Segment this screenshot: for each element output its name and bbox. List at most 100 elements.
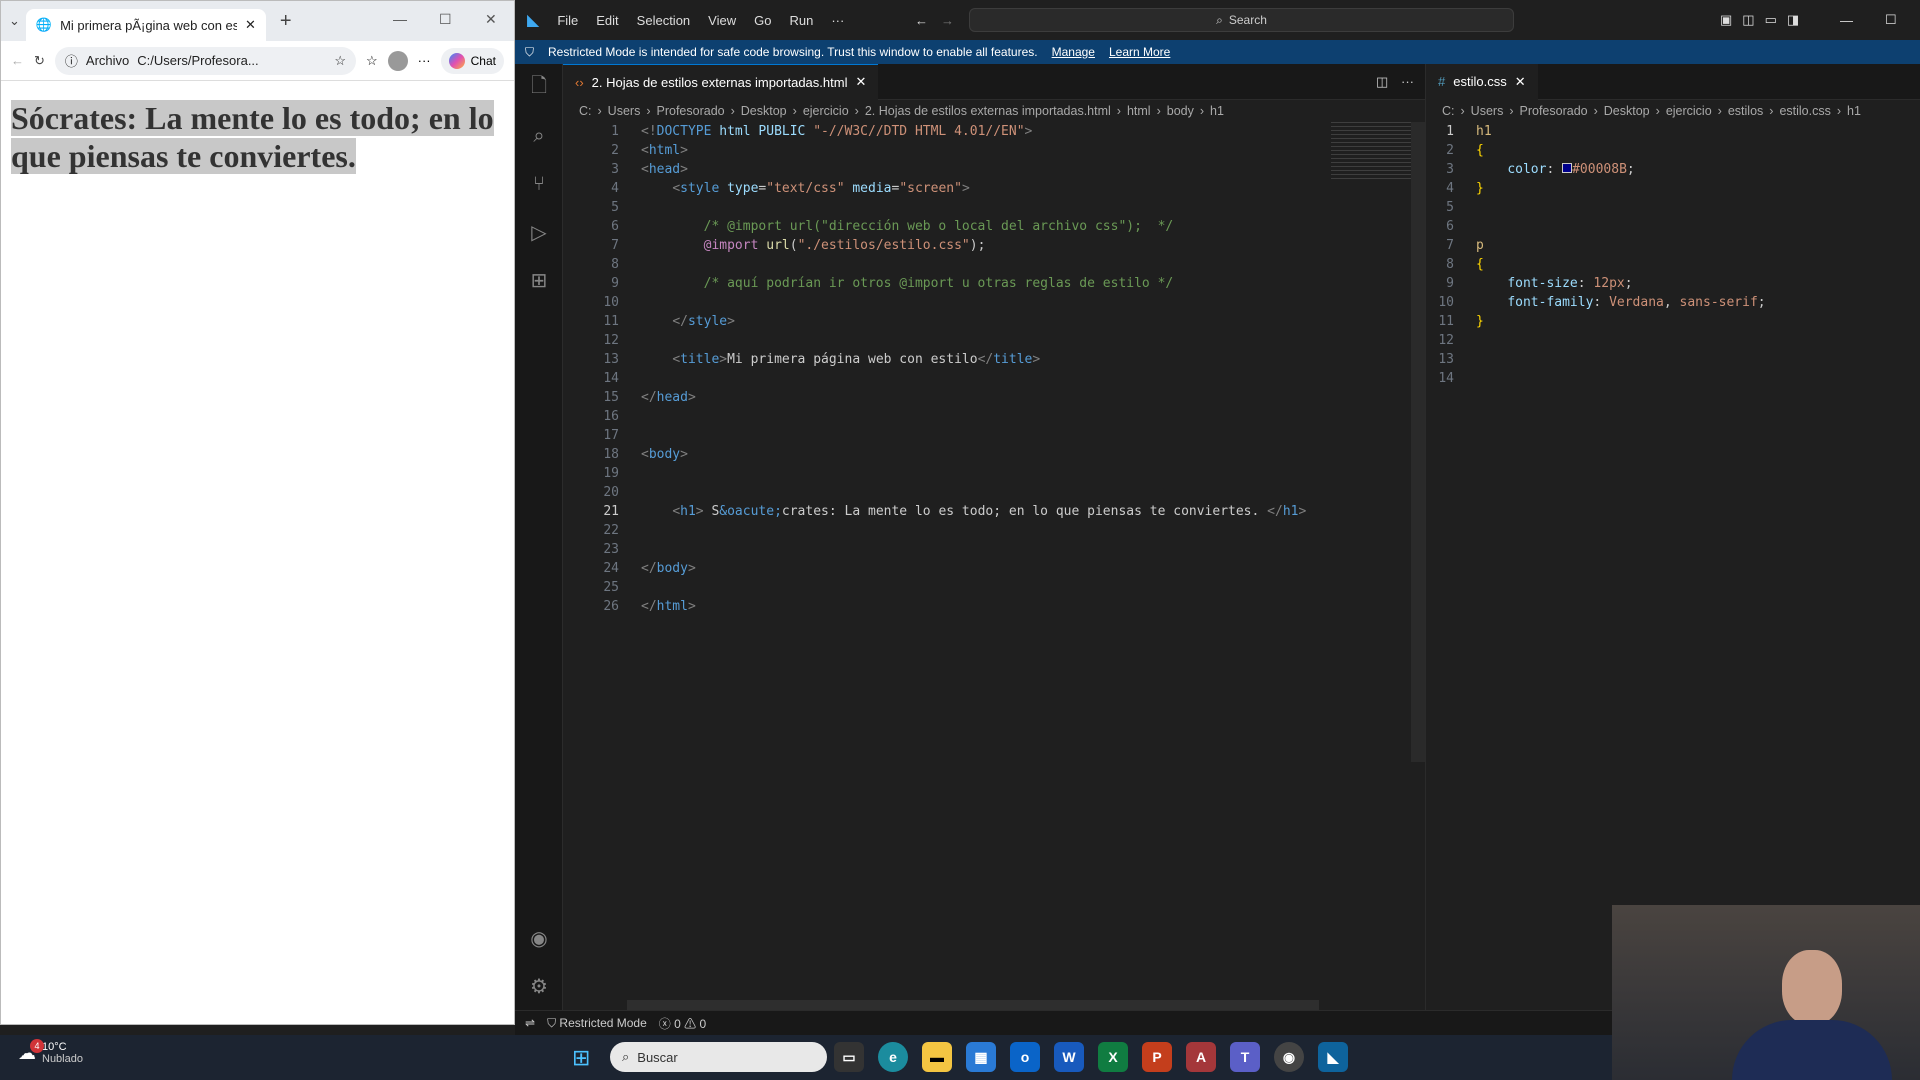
- reload-icon[interactable]: ↻: [34, 53, 45, 69]
- crumb[interactable]: Desktop: [741, 104, 787, 118]
- extensions-icon[interactable]: ⊞: [515, 256, 563, 304]
- favorite-star-icon[interactable]: ☆: [334, 53, 346, 69]
- code-area-html[interactable]: 1 <!DOCTYPE html PUBLIC "-//W3C//DTD HTML…: [563, 122, 1425, 616]
- minimize-icon[interactable]: —: [393, 11, 407, 27]
- menu-run[interactable]: Run: [789, 13, 813, 28]
- menu-go[interactable]: Go: [754, 13, 771, 28]
- code-area-css[interactable]: 1 h1 2{ 3 color: #00008B; 4} 5 6 7p 8{ 9 …: [1426, 122, 1920, 388]
- code-line: 8{: [1446, 257, 1484, 272]
- maximize-icon[interactable]: ☐: [1885, 12, 1897, 28]
- outlook-icon[interactable]: o: [1010, 1042, 1040, 1072]
- horizontal-scrollbar[interactable]: [627, 1000, 1319, 1010]
- remote-icon[interactable]: ⇌: [525, 1016, 535, 1030]
- search-icon[interactable]: ⌕: [515, 112, 563, 160]
- crumb[interactable]: C:: [1442, 104, 1455, 118]
- crumb[interactable]: Profesorado: [657, 104, 725, 118]
- settings-gear-icon[interactable]: ⚙: [515, 962, 563, 1010]
- edge-icon[interactable]: e: [878, 1042, 908, 1072]
- crumb[interactable]: h1: [1210, 104, 1224, 118]
- command-search[interactable]: ⌕ Search: [969, 8, 1514, 32]
- code-line: 26 </html>: [603, 599, 696, 614]
- learn-more-link[interactable]: Learn More: [1109, 45, 1170, 59]
- crumb[interactable]: estilos: [1728, 104, 1763, 118]
- profile-avatar[interactable]: [387, 50, 408, 71]
- maximize-icon[interactable]: ☐: [439, 11, 452, 28]
- crumb[interactable]: C:: [579, 104, 592, 118]
- vertical-scrollbar[interactable]: [1411, 122, 1425, 762]
- start-button[interactable]: ⊞: [572, 1045, 590, 1071]
- crumb[interactable]: Desktop: [1604, 104, 1650, 118]
- account-icon[interactable]: ◉: [515, 914, 563, 962]
- favorites-icon[interactable]: ☆: [366, 53, 378, 69]
- editor-more-icon[interactable]: ···: [1401, 74, 1414, 89]
- access-icon[interactable]: A: [1186, 1042, 1216, 1072]
- task-view-icon[interactable]: ▭: [834, 1042, 864, 1072]
- crumb[interactable]: Profesorado: [1520, 104, 1588, 118]
- back-icon[interactable]: ←: [11, 53, 24, 68]
- crumb[interactable]: Users: [608, 104, 641, 118]
- store-icon[interactable]: ▦: [966, 1042, 996, 1072]
- menu-view[interactable]: View: [708, 13, 736, 28]
- crumb[interactable]: Users: [1471, 104, 1504, 118]
- nav-forward-icon[interactable]: →: [941, 13, 954, 28]
- taskbar-apps: ▭ e ▬ ▦ o W X P A T ◉ ◣: [834, 1042, 1348, 1072]
- menu-more[interactable]: ···: [831, 13, 844, 28]
- minimap[interactable]: [1331, 122, 1411, 182]
- crumb[interactable]: estilo.css: [1779, 104, 1830, 118]
- address-prefix: Archivo: [85, 53, 130, 68]
- restricted-mode-status[interactable]: ⛉ Restricted Mode: [547, 1016, 647, 1031]
- close-tab-icon[interactable]: ✕: [245, 17, 256, 33]
- code-line: 21 <h1> S&oacute;crates: La mente lo es …: [603, 504, 1307, 519]
- layout-icons[interactable]: ▣◫▭◨: [1720, 12, 1809, 28]
- chrome-icon[interactable]: ◉: [1274, 1042, 1304, 1072]
- code-line: 10: [603, 295, 619, 310]
- close-icon[interactable]: ✕: [1515, 74, 1526, 90]
- source-control-icon[interactable]: ⑂: [515, 160, 563, 208]
- tab-css-file[interactable]: # estilo.css ✕: [1426, 63, 1538, 100]
- word-icon[interactable]: W: [1054, 1042, 1084, 1072]
- explorer-icon[interactable]: 🗋: [515, 64, 563, 112]
- code-line: 1 h1: [1446, 124, 1492, 139]
- nav-back-icon[interactable]: ←: [915, 13, 928, 28]
- powerpoint-icon[interactable]: P: [1142, 1042, 1172, 1072]
- minimize-icon[interactable]: —: [1840, 13, 1853, 28]
- code-line: 11}: [1438, 314, 1484, 329]
- weather-widget[interactable]: ☁ 4 10°C Nublado: [18, 1038, 83, 1065]
- crumb[interactable]: body: [1167, 104, 1194, 118]
- taskbar-search[interactable]: ⌕ Buscar: [610, 1042, 827, 1072]
- address-bar[interactable]: ⓘ Archivo C:/Users/Profesora... ☆: [54, 46, 356, 75]
- copilot-icon: [448, 52, 465, 69]
- close-window-icon[interactable]: ✕: [485, 11, 497, 28]
- menu-file[interactable]: File: [557, 13, 578, 28]
- menu-selection[interactable]: Selection: [637, 13, 690, 28]
- run-debug-icon[interactable]: ▷: [515, 208, 563, 256]
- close-icon[interactable]: ✕: [855, 74, 866, 90]
- new-tab-icon[interactable]: +: [280, 10, 292, 33]
- crumb[interactable]: 2. Hojas de estilos externas importadas.…: [865, 104, 1111, 118]
- manage-link[interactable]: Manage: [1052, 45, 1095, 59]
- editor-css: # estilo.css ✕ C: › Users › Profesorado › D…: [1425, 63, 1920, 1010]
- code-line: 9 font-size: 12px;: [1446, 276, 1633, 291]
- tab-list-chevron-icon[interactable]: ⌄: [9, 13, 20, 29]
- crumb[interactable]: html: [1127, 104, 1151, 118]
- teams-icon[interactable]: T: [1230, 1042, 1260, 1072]
- more-icon[interactable]: ···: [418, 53, 431, 68]
- crumb[interactable]: h1: [1847, 104, 1861, 118]
- copilot-chat-button[interactable]: Chat: [440, 47, 504, 74]
- editor-html: ‹› 2. Hojas de estilos externas importad…: [563, 63, 1425, 1010]
- vscode-titlebar: ◣ File Edit Selection View Go Run ··· ← …: [515, 0, 1920, 40]
- menu-edit[interactable]: Edit: [596, 13, 618, 28]
- code-line: 14: [1438, 371, 1454, 386]
- crumb[interactable]: ejercicio: [1666, 104, 1712, 118]
- tab-html-file[interactable]: ‹› 2. Hojas de estilos externas importad…: [563, 63, 879, 100]
- file-explorer-icon[interactable]: ▬: [922, 1042, 952, 1072]
- split-editor-icon[interactable]: ◫: [1376, 74, 1388, 90]
- crumb[interactable]: ejercicio: [803, 104, 849, 118]
- excel-icon[interactable]: X: [1098, 1042, 1128, 1072]
- problems-status[interactable]: ⓧ 0 ⚠ 0: [659, 1015, 706, 1032]
- color-swatch[interactable]: [1562, 163, 1573, 173]
- vscode-taskbar-icon[interactable]: ◣: [1318, 1042, 1348, 1072]
- browser-tab[interactable]: 🌐 Mi primera pÃ¡gina web con estilo ✕: [25, 9, 266, 41]
- code-line: 2{: [1446, 143, 1484, 158]
- code-line: 4}: [1446, 181, 1484, 196]
